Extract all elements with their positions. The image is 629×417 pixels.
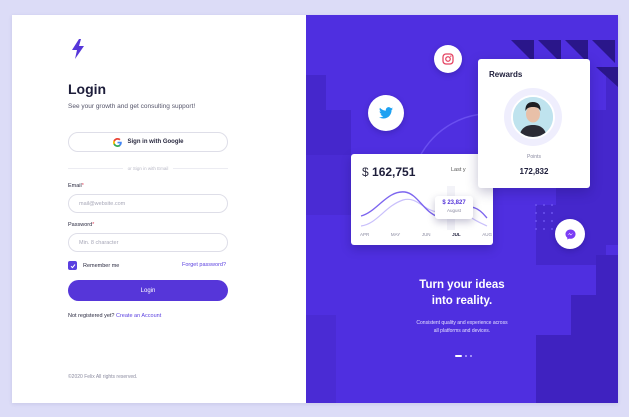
month-label: AUG — [482, 232, 492, 237]
required-mark: * — [92, 222, 95, 228]
month-label-active: JUL — [452, 232, 461, 237]
twitter-button[interactable] — [368, 95, 404, 131]
month-label: MAY — [390, 232, 401, 237]
person-avatar-image — [513, 97, 553, 137]
forgot-password-link[interactable]: Forget password? — [182, 262, 226, 268]
promo-panel: $ 162,751 Last y APR MAY JUN JUL AUG $ 2… — [306, 15, 618, 403]
password-label-text: Password — [68, 222, 93, 228]
carousel-dot[interactable] — [465, 355, 467, 357]
register-prefix: Not registered yet? — [68, 313, 115, 319]
points-label: Points — [527, 154, 541, 160]
avatar — [511, 95, 555, 139]
description-line-1: Consistent quality and experience across — [416, 320, 508, 326]
google-signin-button[interactable]: Sign in with Google — [68, 132, 228, 152]
messenger-button[interactable] — [555, 219, 585, 249]
promo-headline: Turn your ideas into reality. — [306, 277, 618, 309]
password-field[interactable]: Min. 8 character — [68, 233, 228, 252]
month-axis: APR MAY JUN JUL AUG — [360, 232, 492, 237]
page-title: Login — [68, 81, 107, 97]
chart-tooltip: $ 23,827 August — [435, 196, 473, 219]
currency-symbol: $ — [362, 165, 369, 179]
points-value: 172,832 — [519, 167, 549, 176]
create-account-link[interactable]: Create an Account — [116, 313, 161, 319]
rewards-title: Rewards — [489, 70, 523, 79]
revenue-amount: $ 162,751 — [362, 165, 415, 179]
google-g-icon — [112, 137, 122, 147]
divider-line — [68, 167, 123, 169]
password-label: Password* — [68, 222, 94, 228]
promo-description: Consistent quality and experience across… — [306, 319, 618, 335]
divider-line — [173, 167, 228, 169]
email-field[interactable]: mail@website.com — [68, 194, 228, 213]
page-subtitle: See your growth and get consulting suppo… — [68, 103, 196, 110]
twitter-bird-icon — [379, 107, 393, 119]
rewards-card: Rewards Points 172,832 — [478, 59, 590, 188]
remember-me[interactable]: Remember me — [68, 261, 119, 270]
revenue-period: Last y — [451, 167, 466, 173]
remember-checkbox[interactable] — [68, 261, 77, 270]
register-prompt: Not registered yet? Create an Account — [68, 313, 161, 319]
instagram-button[interactable] — [434, 45, 462, 73]
lightning-bolt-icon — [72, 39, 84, 59]
email-label: Email* — [68, 183, 84, 189]
carousel-dot-active[interactable] — [455, 355, 462, 357]
login-window: Login See your growth and get consulting… — [12, 15, 618, 403]
email-placeholder: mail@website.com — [79, 200, 126, 207]
avatar-ring — [504, 88, 562, 146]
login-panel: Login See your growth and get consulting… — [12, 15, 306, 403]
carousel-dot[interactable] — [470, 355, 472, 357]
password-placeholder: Min. 8 character — [79, 239, 119, 246]
headline-line-1: Turn your ideas — [419, 279, 505, 291]
month-label: APR — [360, 232, 370, 237]
copyright: ©2020 Felix All rights reserved. — [68, 374, 138, 380]
revenue-value: 162,751 — [372, 165, 416, 179]
tooltip-value: $ 23,827 — [442, 200, 466, 206]
google-signin-label: Sign in with Google — [127, 139, 184, 145]
email-label-text: Email — [68, 183, 82, 189]
remember-label: Remember me — [83, 262, 120, 269]
required-mark: * — [81, 183, 84, 189]
login-button[interactable]: Login — [68, 280, 228, 301]
messenger-icon — [564, 228, 576, 240]
headline-line-2: into reality. — [431, 295, 493, 307]
divider-text: or Sign in with Email — [127, 165, 169, 171]
checkmark-icon — [70, 263, 75, 268]
tooltip-month: August — [446, 208, 461, 213]
description-line-2: all platforms and devices. — [433, 328, 491, 334]
carousel-dots — [455, 355, 472, 357]
or-divider: or Sign in with Email — [68, 165, 228, 171]
instagram-icon — [442, 53, 454, 65]
month-label: JUN — [421, 232, 431, 237]
